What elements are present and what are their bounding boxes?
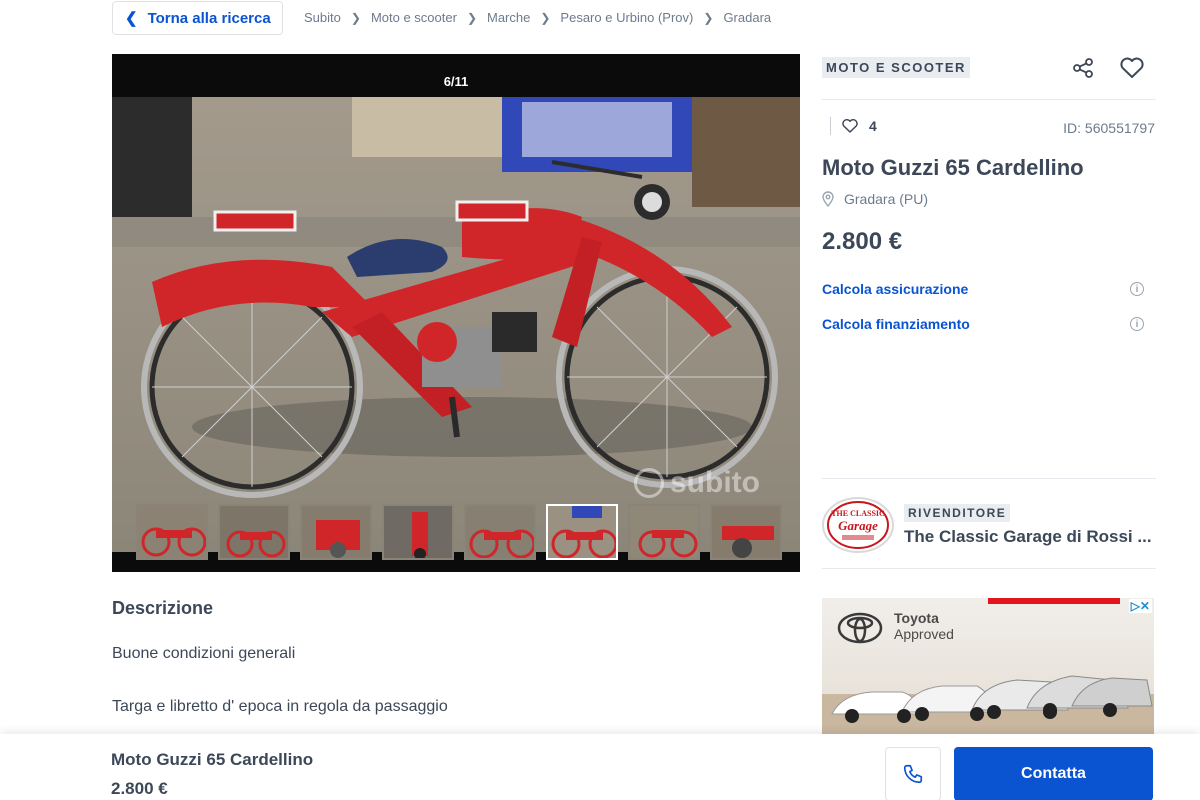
ad-brand-text: Toyota Approved <box>894 610 954 642</box>
thumbnail[interactable] <box>218 504 290 560</box>
thumbnail[interactable] <box>300 504 372 560</box>
svg-text:Garage: Garage <box>838 518 878 533</box>
ad-id: ID: 560551797 <box>1063 120 1155 136</box>
insurance-row: Calcola assicurazione i <box>822 281 1144 297</box>
dealer-logo: THE CLASSIC Garage <box>822 497 894 553</box>
thumbnail[interactable] <box>464 504 536 560</box>
category-badge: MOTO E SCOOTER <box>822 57 970 78</box>
listing-location: Gradara (PU) <box>822 191 928 207</box>
listing-title: Moto Guzzi 65 Cardellino <box>822 155 1084 180</box>
footer-price: 2.800 € <box>111 779 168 798</box>
toyota-logo-icon <box>837 612 883 644</box>
breadcrumb-item-city[interactable]: Gradara <box>723 10 771 25</box>
chevron-right-icon: ❯ <box>350 10 361 25</box>
breadcrumb-item-marche[interactable]: Marche <box>487 10 530 25</box>
advertisement-banner[interactable]: ▷✕ Toyota Approved <box>822 598 1154 734</box>
thumbnail-strip <box>136 504 782 560</box>
ad-accent-bar <box>988 598 1120 604</box>
breadcrumb: Subito ❯ Moto e scooter ❯ Marche ❯ Pesar… <box>304 10 771 25</box>
divider <box>822 99 1156 100</box>
footer-title: Moto Guzzi 65 Cardellino <box>111 750 314 769</box>
photo-counter: 6/11 <box>443 74 469 89</box>
heart-icon <box>1120 57 1144 78</box>
watermark-text: subito <box>670 466 760 499</box>
phone-icon <box>903 764 923 784</box>
divider <box>822 478 1156 479</box>
thumbnail[interactable] <box>382 504 454 560</box>
sticky-contact-bar: Moto Guzzi 65 Cardellino 2.800 € Contatt… <box>0 734 1200 800</box>
favorite-button[interactable] <box>1118 54 1146 82</box>
divider <box>830 117 831 135</box>
adchoices-icon[interactable]: ▷✕ <box>1128 599 1152 613</box>
subito-logo-icon <box>634 468 664 498</box>
calculate-insurance-link[interactable]: Calcola assicurazione <box>822 281 968 297</box>
share-icon <box>1073 58 1093 78</box>
back-to-search-button[interactable]: ❮ Torna alla ricerca <box>112 1 283 35</box>
breadcrumb-item-subito[interactable]: Subito <box>304 10 341 25</box>
dealer-card[interactable]: THE CLASSIC Garage RIVENDITORE The Class… <box>822 497 1154 553</box>
chevron-left-icon: ❮ <box>125 9 138 27</box>
contact-button[interactable]: Contatta <box>954 747 1153 800</box>
thumbnail[interactable] <box>710 504 782 560</box>
financing-row: Calcola finanziamento i <box>822 316 1144 332</box>
dealer-badge: RIVENDITORE <box>904 503 1011 522</box>
likes-count: 4 <box>869 118 877 134</box>
share-button[interactable] <box>1070 55 1096 81</box>
divider <box>822 568 1156 569</box>
description-line: Buone condizioni generali <box>112 645 296 662</box>
thumbnail[interactable] <box>628 504 700 560</box>
location-pin-icon <box>822 191 834 207</box>
call-button[interactable] <box>885 747 941 800</box>
subito-watermark: subito <box>634 466 760 500</box>
description-title: Descrizione <box>112 598 214 618</box>
chevron-right-icon: ❯ <box>703 10 714 25</box>
photo-gallery[interactable]: 6/11 subito <box>112 54 800 572</box>
heart-icon <box>842 119 858 133</box>
thumbnail-active[interactable] <box>546 504 618 560</box>
calculate-financing-link[interactable]: Calcola finanziamento <box>822 316 970 332</box>
info-icon[interactable]: i <box>1130 282 1144 296</box>
description-line: Targa e libretto d' epoca in regola da p… <box>112 698 448 715</box>
ad-cars-image <box>822 675 1154 734</box>
dealer-name[interactable]: The Classic Garage di Rossi ... <box>904 527 1154 547</box>
info-icon[interactable]: i <box>1130 317 1144 331</box>
ad-brand-line1: Toyota <box>894 610 939 626</box>
likes-counter: 4 <box>830 117 877 135</box>
breadcrumb-item-province[interactable]: Pesaro e Urbino (Prov) <box>560 10 693 25</box>
breadcrumb-item-moto-scooter[interactable]: Moto e scooter <box>371 10 457 25</box>
ad-brand-line2: Approved <box>894 626 954 643</box>
chevron-right-icon: ❯ <box>466 10 477 25</box>
thumbnail[interactable] <box>136 504 208 560</box>
location-label: Gradara (PU) <box>844 191 929 207</box>
back-to-search-label: Torna alla ricerca <box>147 9 271 27</box>
listing-price: 2.800 € <box>822 228 903 255</box>
chevron-right-icon: ❯ <box>540 10 551 25</box>
svg-text:THE CLASSIC: THE CLASSIC <box>831 509 885 518</box>
